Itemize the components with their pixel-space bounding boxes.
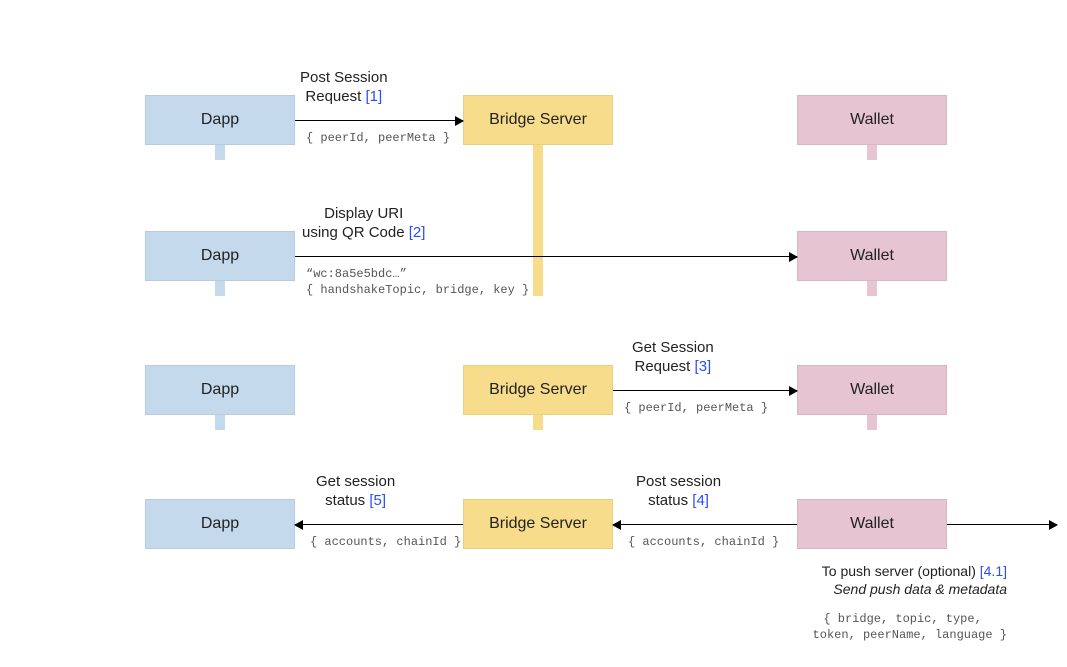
arrow-step-3 [613,390,797,391]
bridge-node-2: Bridge Server [463,365,613,415]
code-step-2: “wc:8a5e5bdc…” { handshakeTopic, bridge,… [306,267,529,298]
bridge-node-3: Bridge Server [463,499,613,549]
label-step-2: Display URI using QR Code [2] [302,205,425,243]
bridge-node-1: Bridge Server [463,95,613,145]
arrow-push [947,524,1057,525]
arrow-step-4 [613,524,797,525]
label-step-3: Get Session Request [3] [632,339,714,377]
bridge-line-1 [533,120,543,296]
code-step-3: { peerId, peerMeta } [624,401,768,417]
dapp-node-2: Dapp [145,231,295,281]
arrow-step-5 [295,524,463,525]
code-push: { bridge, topic, type, token, peerName, … [798,612,1007,643]
dapp-node-4: Dapp [145,499,295,549]
arrow-step-2 [295,256,797,257]
label-push: To push server (optional) [4.1] Send pus… [822,562,1007,598]
label-step-4: Post session status [4] [636,473,721,511]
wallet-node-2: Wallet [797,231,947,281]
label-step-1: Post Session Request [1] [300,69,388,107]
dapp-node-1: Dapp [145,95,295,145]
code-step-4: { accounts, chainId } [628,535,779,551]
wallet-node-1: Wallet [797,95,947,145]
wallet-node-3: Wallet [797,365,947,415]
dapp-node-3: Dapp [145,365,295,415]
code-step-5: { accounts, chainId } [310,535,461,551]
wallet-node-4: Wallet [797,499,947,549]
label-step-5: Get session status [5] [316,473,395,511]
arrow-step-1 [295,120,463,121]
code-step-1: { peerId, peerMeta } [306,131,450,147]
